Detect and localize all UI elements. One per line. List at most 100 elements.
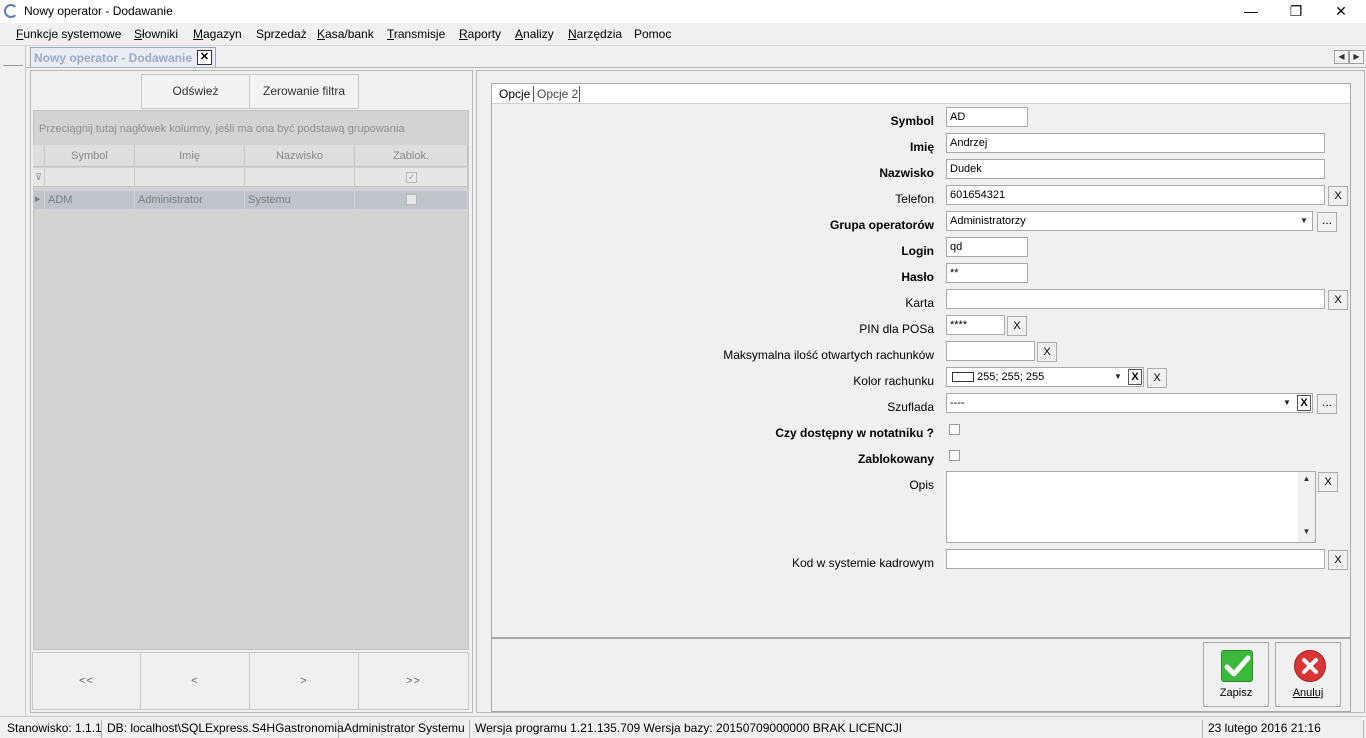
menu-pomoc[interactable]: Pomoc xyxy=(634,27,671,41)
pager-first-button[interactable]: << xyxy=(32,652,141,710)
opis-scrollbar[interactable]: ▲ ▼ xyxy=(1298,472,1315,542)
menu-kasa-bank[interactable]: Kasa/bank xyxy=(317,27,374,41)
tab-separator xyxy=(579,86,580,102)
menu-raporty[interactable]: Raporty xyxy=(459,27,501,41)
opis-textarea[interactable] xyxy=(946,471,1316,543)
form-tab-strip: Opcje Opcje 2 xyxy=(492,84,1350,104)
status-db: DB: localhost\SQLExpress.S4HGastronomia xyxy=(103,720,344,738)
filter-cell-nazwisko[interactable] xyxy=(245,168,355,187)
menu-sprzedaz[interactable]: Sprzedaż xyxy=(256,27,307,41)
opis-clear-button[interactable]: X xyxy=(1318,472,1338,492)
nazwisko-label: Nazwisko xyxy=(879,166,934,180)
filter-zablok-checkbox[interactable]: ✓ xyxy=(406,172,417,183)
imie-input[interactable]: Andrzej xyxy=(946,133,1325,153)
grupa-browse-button[interactable]: ... xyxy=(1317,212,1337,232)
max-rachunkow-input[interactable] xyxy=(946,341,1035,361)
pager-next-button[interactable]: > xyxy=(249,652,359,710)
side-strip xyxy=(0,46,26,716)
column-header-zablok[interactable]: Zablok. xyxy=(355,145,468,167)
notatnik-label: Czy dostępny w notatniku ? xyxy=(775,426,934,440)
document-tab-close-icon[interactable]: ✕ xyxy=(197,50,212,65)
notatnik-checkbox[interactable] xyxy=(949,424,960,435)
tab-scroll-right-button[interactable]: ▶ xyxy=(1349,50,1364,64)
group-by-hint: Przeciągnij tutaj nagłówek kolumny, jeśl… xyxy=(39,123,405,135)
maximize-button[interactable]: ❐ xyxy=(1273,0,1319,23)
karta-clear-button[interactable]: X xyxy=(1328,290,1348,310)
menu-narzedzia[interactable]: Narzędzia xyxy=(568,27,622,41)
grupa-dropdown-icon[interactable]: ▼ xyxy=(1297,212,1311,230)
kod-input[interactable] xyxy=(946,549,1325,569)
menu-bar: Funkcje systemowe Słowniki Magazyn Sprze… xyxy=(0,23,1366,46)
title-bar: Nowy operator - Dodawanie — ❐ ✕ xyxy=(0,0,1366,23)
save-button[interactable]: Zapisz xyxy=(1203,642,1269,707)
app-icon xyxy=(4,4,18,18)
szuflada-browse-button[interactable]: ... xyxy=(1317,394,1337,414)
menu-magazyn[interactable]: Magazyn xyxy=(193,27,242,41)
zablokowany-label: Zablokowany xyxy=(857,452,934,466)
side-strip-divider xyxy=(3,65,23,66)
close-window-button[interactable]: ✕ xyxy=(1318,0,1364,23)
window-title: Nowy operator - Dodawanie xyxy=(24,4,173,18)
telefon-input[interactable]: 601654321 xyxy=(946,185,1325,205)
pin-clear-button[interactable]: X xyxy=(1007,316,1027,336)
max-rachunkow-clear-button[interactable]: X xyxy=(1037,342,1057,362)
kod-clear-button[interactable]: X xyxy=(1328,550,1348,570)
pin-input[interactable]: **** xyxy=(946,315,1005,335)
status-user: Administrator Systemu xyxy=(340,720,470,738)
menu-funkcje-systemowe[interactable]: Funkcje systemowe xyxy=(16,27,121,41)
symbol-label: Symbol xyxy=(890,114,934,128)
karta-input[interactable] xyxy=(946,289,1325,309)
cancel-button[interactable]: Anuluj xyxy=(1275,642,1341,707)
haslo-label: Hasło xyxy=(901,270,934,284)
menu-slowniki[interactable]: Słowniki xyxy=(134,27,178,41)
column-header-imie[interactable]: Imię xyxy=(135,145,245,167)
status-datetime: 23 lutego 2016 21:16 xyxy=(1204,720,1364,738)
tab-opcje[interactable]: Opcje xyxy=(499,87,530,101)
tab-opcje-2[interactable]: Opcje 2 xyxy=(537,87,578,101)
tab-separator xyxy=(533,86,534,102)
save-label: Zapisz xyxy=(1219,687,1253,699)
zablokowany-checkbox[interactable] xyxy=(949,450,960,461)
haslo-input[interactable]: ** xyxy=(946,263,1028,283)
column-header-symbol[interactable]: Symbol xyxy=(45,145,135,167)
kolor-dropdown-icon[interactable]: ▼ xyxy=(1111,368,1125,386)
login-input[interactable]: qd xyxy=(946,237,1028,257)
scroll-down-icon[interactable]: ▼ xyxy=(1298,527,1315,536)
szuflada-select[interactable]: ---- xyxy=(946,393,1313,413)
telefon-clear-button[interactable]: X xyxy=(1328,186,1348,206)
filter-cell-symbol[interactable] xyxy=(45,168,135,187)
grupa-select[interactable]: Administratorzy xyxy=(946,211,1313,231)
scroll-up-icon[interactable]: ▲ xyxy=(1298,474,1315,483)
minimize-button[interactable]: — xyxy=(1228,0,1274,23)
column-header-nazwisko[interactable]: Nazwisko xyxy=(245,145,355,167)
szuflada-label: Szuflada xyxy=(887,400,934,414)
karta-label: Karta xyxy=(905,296,934,310)
symbol-input[interactable]: AD xyxy=(946,107,1028,127)
nazwisko-input[interactable]: Dudek xyxy=(946,159,1325,179)
cell-imie: Administrator xyxy=(135,191,245,209)
telefon-label: Telefon xyxy=(895,192,934,206)
color-swatch-icon xyxy=(952,372,974,382)
pin-label: PIN dla POSa xyxy=(859,322,934,336)
kolor-inner-clear-icon[interactable]: X xyxy=(1128,369,1142,385)
szuflada-inner-clear-icon[interactable]: X xyxy=(1297,395,1311,411)
checkmark-icon xyxy=(1221,650,1253,682)
menu-transmisje[interactable]: Transmisje xyxy=(387,27,445,41)
filter-cell-zablok[interactable]: ✓ xyxy=(355,168,468,187)
kolor-clear-button[interactable]: X xyxy=(1147,368,1167,388)
filter-cell-imie[interactable] xyxy=(135,168,245,187)
reset-filter-button[interactable]: Zerowanie filtra xyxy=(249,74,359,109)
document-tab[interactable]: Nowy operator - Dodawanie ✕ xyxy=(30,47,216,68)
document-tab-label: Nowy operator - Dodawanie xyxy=(34,51,193,65)
kolor-label: Kolor rachunku xyxy=(853,374,934,388)
menu-analizy[interactable]: Analizy xyxy=(515,27,554,41)
login-label: Login xyxy=(901,244,934,258)
cancel-label: Anuluj xyxy=(1292,687,1324,699)
refresh-button[interactable]: Odśwież xyxy=(141,74,250,109)
status-station: Stanowisko: 1.1.1 xyxy=(3,720,102,738)
tab-scroll-left-button[interactable]: ◀ xyxy=(1334,50,1349,64)
pager-last-button[interactable]: >> xyxy=(358,652,469,710)
opis-label: Opis xyxy=(909,478,934,492)
pager-prev-button[interactable]: < xyxy=(140,652,250,710)
szuflada-dropdown-icon[interactable]: ▼ xyxy=(1280,394,1294,412)
